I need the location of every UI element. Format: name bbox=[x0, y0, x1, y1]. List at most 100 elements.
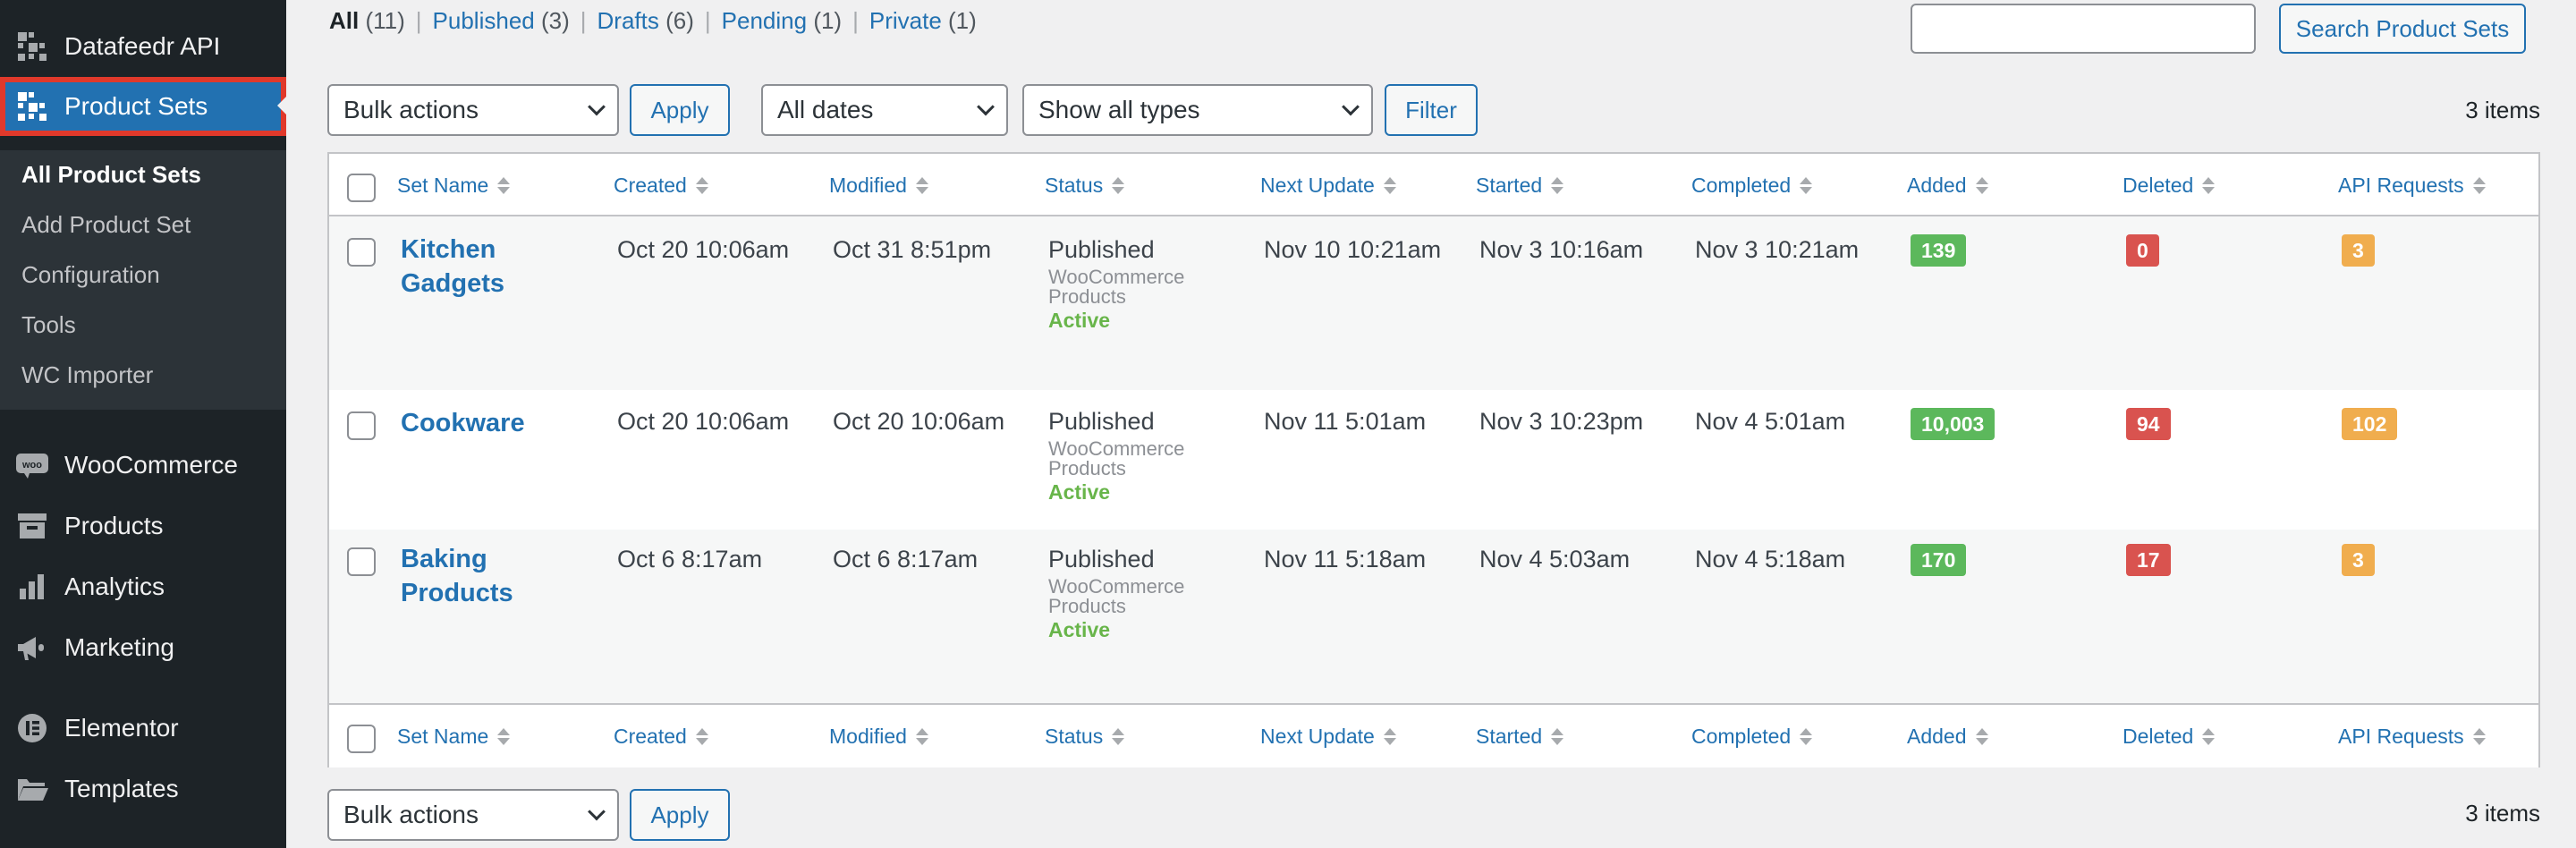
menu-item-label: WooCommerce bbox=[64, 451, 238, 479]
column-header-set-name[interactable]: Set Name bbox=[397, 154, 511, 216]
row-checkbox[interactable] bbox=[347, 547, 376, 576]
column-footer-status[interactable]: Status bbox=[1045, 705, 1125, 767]
api-requests-badge: 3 bbox=[2342, 544, 2375, 576]
search-product-sets-button[interactable]: Search Product Sets bbox=[2279, 4, 2526, 54]
api-requests-badge: 3 bbox=[2342, 234, 2375, 267]
column-footer-completed[interactable]: Completed bbox=[1691, 705, 1813, 767]
next-update-cell: Nov 11 5:18am bbox=[1264, 546, 1427, 572]
column-footer-created[interactable]: Created bbox=[614, 705, 708, 767]
sort-icon bbox=[695, 176, 708, 194]
column-header-modified[interactable]: Modified bbox=[829, 154, 928, 216]
modified-cell: Oct 31 8:51pm bbox=[833, 236, 992, 263]
set-name-link[interactable]: Kitchen Gadgets bbox=[401, 233, 580, 301]
menu-item-label: Elementor bbox=[64, 714, 179, 742]
added-badge: 139 bbox=[1911, 234, 1967, 267]
post-status-filter: All (11) | Published (3) | Drafts (6) | Pendin… bbox=[329, 7, 977, 34]
sort-icon bbox=[2202, 727, 2216, 745]
submenu-add-product-set[interactable]: Add Product Set bbox=[21, 211, 191, 239]
view-pending[interactable]: Pending (1) bbox=[722, 7, 842, 34]
sort-icon bbox=[2202, 176, 2216, 194]
sort-icon bbox=[695, 727, 708, 745]
status-active-label: Active bbox=[1048, 480, 1111, 504]
bulk-actions-select-bottom[interactable]: Bulk actions bbox=[327, 789, 619, 841]
items-count-bottom: 3 items bbox=[2465, 800, 2540, 827]
column-footer-next-update[interactable]: Next Update bbox=[1260, 705, 1396, 767]
woocommerce-icon: woo bbox=[14, 447, 50, 483]
sort-icon bbox=[497, 176, 511, 194]
table-footer: Set Name Created Modified Status Next Up… bbox=[329, 703, 2538, 767]
sort-icon bbox=[1975, 727, 1988, 745]
column-header-next-update[interactable]: Next Update bbox=[1260, 154, 1396, 216]
view-all[interactable]: All (11) bbox=[329, 7, 405, 34]
column-header-completed[interactable]: Completed bbox=[1691, 154, 1813, 216]
view-published[interactable]: Published (3) bbox=[433, 7, 570, 34]
sort-icon bbox=[1551, 727, 1564, 745]
menu-item-label: Marketing bbox=[64, 633, 174, 661]
menu-item-datafeedr-api[interactable]: Datafeedr API bbox=[0, 18, 286, 75]
sort-icon bbox=[1112, 727, 1125, 745]
menu-item-templates[interactable]: Templates bbox=[0, 760, 286, 818]
view-drafts[interactable]: Drafts (6) bbox=[597, 7, 694, 34]
apply-button-top[interactable]: Apply bbox=[630, 84, 730, 136]
svg-text:woo: woo bbox=[21, 460, 42, 471]
column-footer-set-name[interactable]: Set Name bbox=[397, 705, 511, 767]
folder-icon bbox=[14, 771, 50, 807]
column-footer-deleted[interactable]: Deleted bbox=[2123, 705, 2216, 767]
completed-cell: Nov 4 5:18am bbox=[1695, 546, 1846, 572]
row-checkbox[interactable] bbox=[347, 411, 376, 440]
completed-cell: Nov 4 5:01am bbox=[1695, 408, 1846, 435]
next-update-cell: Nov 11 5:01am bbox=[1264, 408, 1427, 435]
column-footer-api-requests[interactable]: API Requests bbox=[2338, 705, 2486, 767]
datafeedr-icon bbox=[14, 29, 50, 64]
sort-icon bbox=[497, 727, 511, 745]
set-name-link[interactable]: Cookware bbox=[401, 406, 580, 440]
dates-filter-select[interactable]: All dates bbox=[761, 84, 1008, 136]
sort-icon bbox=[2472, 727, 2486, 745]
menu-item-elementor[interactable]: Elementor bbox=[0, 700, 286, 757]
sort-icon bbox=[1383, 727, 1396, 745]
column-header-created[interactable]: Created bbox=[614, 154, 708, 216]
column-header-api-requests[interactable]: API Requests bbox=[2338, 154, 2486, 216]
product-sets-submenu: All Product Sets Add Product Set Configu… bbox=[0, 150, 286, 410]
chevron-down-icon bbox=[977, 98, 995, 116]
chevron-down-icon bbox=[588, 802, 606, 821]
column-header-status[interactable]: Status bbox=[1045, 154, 1125, 216]
select-all-checkbox-footer[interactable] bbox=[347, 725, 376, 753]
search-input[interactable] bbox=[1911, 4, 2256, 54]
admin-sidebar: Datafeedr API Product Sets All Product S… bbox=[0, 0, 286, 848]
view-private[interactable]: Private (1) bbox=[869, 7, 977, 34]
column-header-deleted[interactable]: Deleted bbox=[2123, 154, 2216, 216]
filter-button[interactable]: Filter bbox=[1385, 84, 1478, 136]
bulk-actions-select-top[interactable]: Bulk actions bbox=[327, 84, 619, 136]
set-name-link[interactable]: Baking Products bbox=[401, 542, 580, 610]
sort-icon bbox=[915, 176, 928, 194]
chevron-down-icon bbox=[1342, 98, 1360, 116]
row-checkbox[interactable] bbox=[347, 238, 376, 267]
column-footer-added[interactable]: Added bbox=[1907, 705, 1988, 767]
apply-button-bottom[interactable]: Apply bbox=[630, 789, 730, 841]
added-badge: 10,003 bbox=[1911, 408, 1996, 440]
menu-item-marketing[interactable]: Marketing bbox=[0, 619, 286, 676]
submenu-configuration[interactable]: Configuration bbox=[21, 261, 160, 289]
submenu-all-product-sets[interactable]: All Product Sets bbox=[21, 161, 201, 189]
next-update-cell: Nov 10 10:21am bbox=[1264, 236, 1442, 263]
type-filter-select[interactable]: Show all types bbox=[1022, 84, 1373, 136]
menu-item-analytics[interactable]: Analytics bbox=[0, 558, 286, 615]
menu-item-woocommerce[interactable]: woo WooCommerce bbox=[0, 437, 286, 494]
menu-item-products[interactable]: Products bbox=[0, 497, 286, 555]
column-header-started[interactable]: Started bbox=[1476, 154, 1564, 216]
sort-icon bbox=[915, 727, 928, 745]
column-footer-modified[interactable]: Modified bbox=[829, 705, 928, 767]
column-header-added[interactable]: Added bbox=[1907, 154, 1988, 216]
submenu-tools[interactable]: Tools bbox=[21, 311, 76, 339]
sort-icon bbox=[1383, 176, 1396, 194]
column-footer-started[interactable]: Started bbox=[1476, 705, 1564, 767]
status-active-label: Active bbox=[1048, 309, 1111, 332]
select-all-checkbox[interactable] bbox=[347, 174, 376, 202]
deleted-badge: 17 bbox=[2126, 544, 2171, 576]
menu-item-product-sets[interactable]: Product Sets bbox=[0, 77, 286, 136]
deleted-badge: 0 bbox=[2126, 234, 2159, 267]
menu-item-label: Templates bbox=[64, 775, 179, 802]
api-requests-badge: 102 bbox=[2342, 408, 2398, 440]
submenu-wc-importer[interactable]: WC Importer bbox=[21, 361, 153, 389]
